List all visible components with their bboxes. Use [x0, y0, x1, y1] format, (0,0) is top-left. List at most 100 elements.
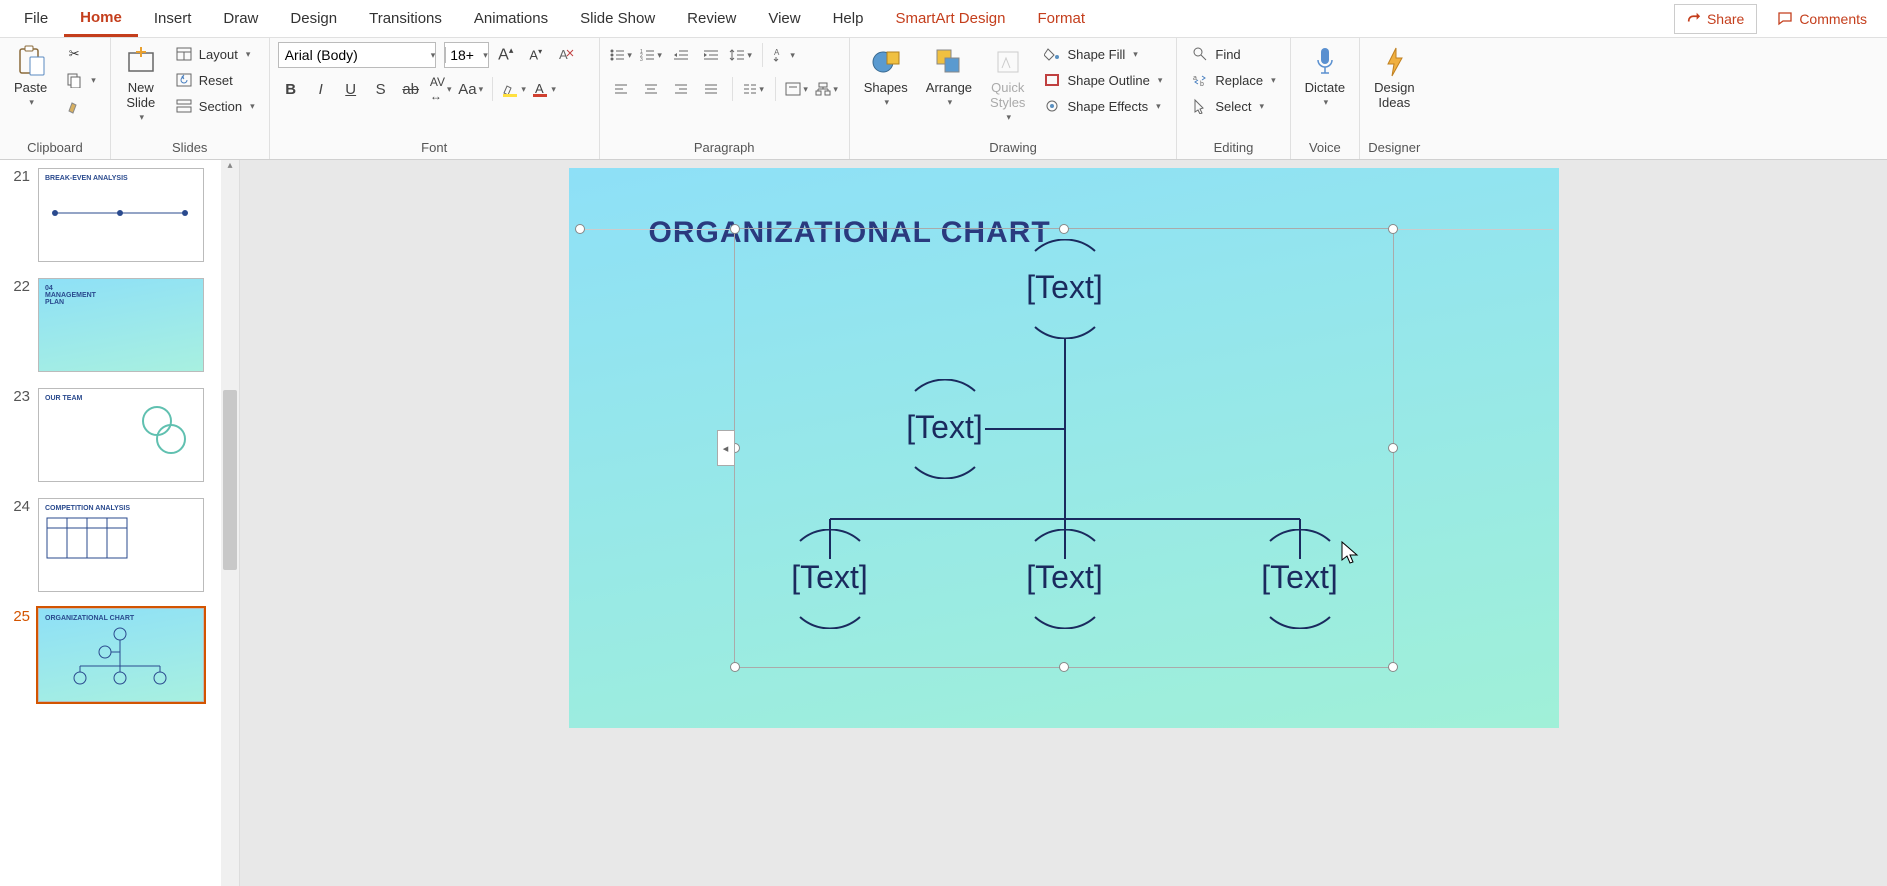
- menu-slideshow[interactable]: Slide Show: [564, 2, 671, 35]
- font-size-combo[interactable]: 18+▾: [444, 42, 489, 68]
- org-node-child-2[interactable]: [Text]: [1005, 559, 1125, 596]
- smartart-selection-box[interactable]: ◂ [Text] [Text] [Text] [Text]: [734, 228, 1394, 668]
- justify-icon: [704, 83, 718, 95]
- group-drawing: Shapes▾ Arrange▾ Quick Styles▾ Shape Fil…: [850, 38, 1178, 159]
- smartart-text-pane-toggle[interactable]: ◂: [717, 430, 735, 466]
- menu-format[interactable]: Format: [1022, 2, 1102, 35]
- org-node-assistant[interactable]: [Text]: [885, 409, 1005, 446]
- slide-thumbnail[interactable]: 24 COMPETITION ANALYSIS: [0, 498, 239, 592]
- replace-icon: ab: [1191, 71, 1209, 89]
- menu-smartart-design[interactable]: SmartArt Design: [879, 2, 1021, 35]
- clear-formatting-button[interactable]: A: [553, 42, 579, 68]
- shape-fill-button[interactable]: Shape Fill▾: [1037, 42, 1168, 66]
- group-clipboard: Paste ▾ ✂ ▾ Clipboard: [0, 38, 111, 159]
- character-spacing-button[interactable]: AV↔▾: [428, 76, 454, 102]
- decrease-font-button[interactable]: A▾: [523, 42, 549, 68]
- quick-styles-icon: [992, 46, 1024, 78]
- clear-format-icon: A: [557, 46, 575, 64]
- shape-effects-button[interactable]: Shape Effects▾: [1037, 94, 1168, 118]
- menu-animations[interactable]: Animations: [458, 2, 564, 35]
- align-right-icon: [674, 83, 688, 95]
- increase-font-button[interactable]: A▴: [493, 42, 519, 68]
- menu-transitions[interactable]: Transitions: [353, 2, 458, 35]
- fill-icon: [1043, 45, 1061, 63]
- slide-thumbnail[interactable]: 25 ORGANIZATIONAL CHART: [0, 608, 239, 702]
- convert-smartart-button[interactable]: ▾: [814, 76, 840, 102]
- underline-button[interactable]: U: [338, 76, 364, 102]
- section-button[interactable]: Section▾: [169, 94, 261, 118]
- slide-canvas-area[interactable]: ORGANIZATIONAL CHART ◂: [240, 160, 1887, 886]
- select-button[interactable]: Select▾: [1185, 94, 1281, 118]
- slide-thumbnail[interactable]: 21 BREAK-EVEN ANALYSIS: [0, 168, 239, 262]
- paste-button[interactable]: Paste ▾: [8, 42, 53, 112]
- columns-icon: [743, 83, 757, 95]
- svg-text:b: b: [1200, 81, 1204, 88]
- numbering-button[interactable]: 123▾: [638, 42, 664, 68]
- shape-outline-button[interactable]: Shape Outline▾: [1037, 68, 1168, 92]
- italic-button[interactable]: I: [308, 76, 334, 102]
- slide-thumbnail[interactable]: 22 04 MANAGEMENT PLAN: [0, 278, 239, 372]
- line-spacing-button[interactable]: ▾: [728, 42, 754, 68]
- new-slide-button[interactable]: New Slide ▾: [119, 42, 163, 127]
- change-case-button[interactable]: Aa▾: [458, 76, 484, 102]
- highlight-button[interactable]: ▾: [501, 76, 527, 102]
- shadow-button[interactable]: S: [368, 76, 394, 102]
- text-direction-button[interactable]: A▾: [771, 42, 797, 68]
- menu-design[interactable]: Design: [274, 2, 353, 35]
- menu-view[interactable]: View: [752, 2, 816, 35]
- scrollbar-track[interactable]: ▴: [221, 160, 239, 886]
- text-direction-icon: A: [772, 47, 788, 63]
- align-left-button[interactable]: [608, 76, 634, 102]
- menu-file[interactable]: File: [8, 2, 64, 35]
- paste-icon: [15, 46, 47, 78]
- menu-review[interactable]: Review: [671, 2, 752, 35]
- new-slide-label: New Slide: [126, 80, 155, 110]
- font-group-label: Font: [278, 136, 591, 159]
- layout-button[interactable]: Layout▾: [169, 42, 261, 66]
- thumbnail-preview: ORGANIZATIONAL CHART: [38, 608, 204, 702]
- slide-canvas[interactable]: ORGANIZATIONAL CHART ◂: [569, 168, 1559, 728]
- thumbnail-preview: OUR TEAM: [38, 388, 204, 482]
- align-right-button[interactable]: [668, 76, 694, 102]
- scissors-icon: ✂: [65, 45, 83, 63]
- scrollbar-thumb[interactable]: [223, 390, 237, 570]
- share-button[interactable]: Share: [1674, 4, 1757, 34]
- dictate-button[interactable]: Dictate▾: [1299, 42, 1351, 112]
- comments-button[interactable]: Comments: [1765, 5, 1879, 33]
- bullets-button[interactable]: ▾: [608, 42, 634, 68]
- search-icon: [1191, 45, 1209, 63]
- font-name-combo[interactable]: Arial (Body)▾: [278, 42, 437, 68]
- decrease-indent-button[interactable]: [668, 42, 694, 68]
- design-ideas-button[interactable]: Design Ideas: [1368, 42, 1420, 114]
- format-painter-button[interactable]: [59, 94, 102, 118]
- svg-text:3: 3: [640, 57, 643, 62]
- slide-thumbnail[interactable]: 23 OUR TEAM: [0, 388, 239, 482]
- find-button[interactable]: Find: [1185, 42, 1281, 66]
- menu-insert[interactable]: Insert: [138, 2, 208, 35]
- font-color-button[interactable]: A▾: [531, 76, 557, 102]
- reset-button[interactable]: Reset: [169, 68, 261, 92]
- cut-button[interactable]: ✂: [59, 42, 102, 66]
- selection-extra-handle[interactable]: [575, 224, 585, 234]
- menu-draw[interactable]: Draw: [207, 2, 274, 35]
- svg-text:A: A: [535, 81, 544, 96]
- bold-button[interactable]: B: [278, 76, 304, 102]
- align-center-button[interactable]: [638, 76, 664, 102]
- shapes-button[interactable]: Shapes▾: [858, 42, 914, 112]
- quick-styles-button[interactable]: Quick Styles▾: [984, 42, 1031, 127]
- arrange-button[interactable]: Arrange▾: [920, 42, 978, 112]
- strikethrough-button[interactable]: ab: [398, 76, 424, 102]
- increase-indent-button[interactable]: [698, 42, 724, 68]
- org-node-root[interactable]: [Text]: [1005, 269, 1125, 306]
- menu-home[interactable]: Home: [64, 1, 138, 37]
- replace-button[interactable]: abReplace▾: [1185, 68, 1281, 92]
- justify-button[interactable]: [698, 76, 724, 102]
- org-node-child-1[interactable]: [Text]: [770, 559, 890, 596]
- columns-button[interactable]: ▾: [741, 76, 767, 102]
- align-text-button[interactable]: ▾: [784, 76, 810, 102]
- slide-thumbnails-panel[interactable]: 21 BREAK-EVEN ANALYSIS 22 04 MANAGEMENT …: [0, 160, 240, 886]
- slide-number: 22: [6, 278, 30, 372]
- copy-button[interactable]: ▾: [59, 68, 102, 92]
- menu-help[interactable]: Help: [817, 2, 880, 35]
- org-node-child-3[interactable]: [Text]: [1240, 559, 1360, 596]
